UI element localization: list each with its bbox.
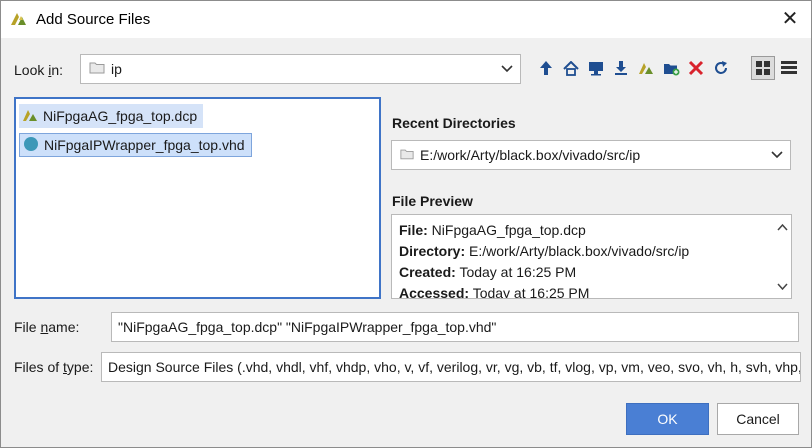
preview-row: File: NiFpgaAG_fpga_top.dcp [399, 222, 586, 238]
file-name: NiFpgaAG_fpga_top.dcp [43, 108, 198, 124]
file-name: NiFpgaIPWrapper_fpga_top.vhd [44, 137, 245, 153]
delete-icon[interactable] [686, 58, 706, 78]
folder-icon [400, 147, 414, 163]
preview-row: Accessed: Today at 16:25 PM [399, 285, 590, 299]
add-source-files-dialog: Add Source Files ✕ Look in: ip NiFpgaAG_… [0, 0, 812, 448]
folder-icon [89, 61, 105, 77]
recent-directories-title: Recent Directories [392, 115, 516, 131]
recent-directories-combo[interactable]: E:/work/Arty/black.box/vivado/src/ip [391, 140, 791, 170]
ok-button[interactable]: OK [626, 403, 709, 435]
preview-scrollbar[interactable] [773, 215, 791, 298]
files-of-type-label: Files of type: [14, 359, 94, 375]
window-title: Add Source Files [36, 11, 151, 28]
file-preview-title: File Preview [392, 193, 473, 209]
preview-row: Created: Today at 16:25 PM [399, 264, 577, 280]
file-list[interactable]: NiFpgaAG_fpga_top.dcp NiFpgaIPWrapper_fp… [14, 97, 381, 299]
files-of-type-select[interactable]: Design Source Files (.vhd, vhdl, vhf, vh… [101, 352, 801, 382]
file-item-vhd[interactable]: NiFpgaIPWrapper_fpga_top.vhd [19, 133, 252, 157]
scroll-down-icon[interactable] [773, 278, 791, 294]
file-preview-panel: File: NiFpgaAG_fpga_top.dcp Directory: E… [391, 214, 792, 299]
up-folder-icon[interactable] [536, 58, 556, 78]
vivado-logo-icon [10, 10, 28, 28]
chevron-down-icon[interactable] [494, 55, 520, 83]
vhd-file-icon [23, 136, 39, 155]
look-in-label: Look in: [14, 62, 64, 78]
new-folder-icon[interactable] [661, 58, 681, 78]
preview-row: Directory: E:/work/Arty/black.box/vivado… [399, 243, 690, 259]
vivado-project-icon[interactable] [636, 58, 656, 78]
home-icon[interactable] [561, 58, 581, 78]
desktop-icon[interactable] [586, 58, 606, 78]
title-bar: Add Source Files ✕ [1, 1, 811, 38]
cancel-button[interactable]: Cancel [717, 403, 799, 435]
list-view-icon[interactable] [751, 56, 775, 80]
look-in-value: ip [111, 61, 122, 77]
file-name-label: File name: [14, 319, 80, 335]
file-item-dcp[interactable]: NiFpgaAG_fpga_top.dcp [19, 104, 204, 128]
chevron-down-icon[interactable] [764, 141, 790, 169]
close-icon[interactable]: ✕ [779, 8, 801, 30]
recent-directory-value: E:/work/Arty/black.box/vivado/src/ip [420, 147, 641, 163]
vivado-file-icon [22, 107, 38, 126]
look-in-combo[interactable]: ip [80, 54, 521, 84]
download-icon[interactable] [611, 58, 631, 78]
scroll-up-icon[interactable] [773, 219, 791, 235]
details-view-icon[interactable] [779, 58, 799, 78]
refresh-icon[interactable] [711, 58, 731, 78]
file-name-input[interactable]: "NiFpgaAG_fpga_top.dcp" "NiFpgaIPWrapper… [111, 312, 799, 342]
